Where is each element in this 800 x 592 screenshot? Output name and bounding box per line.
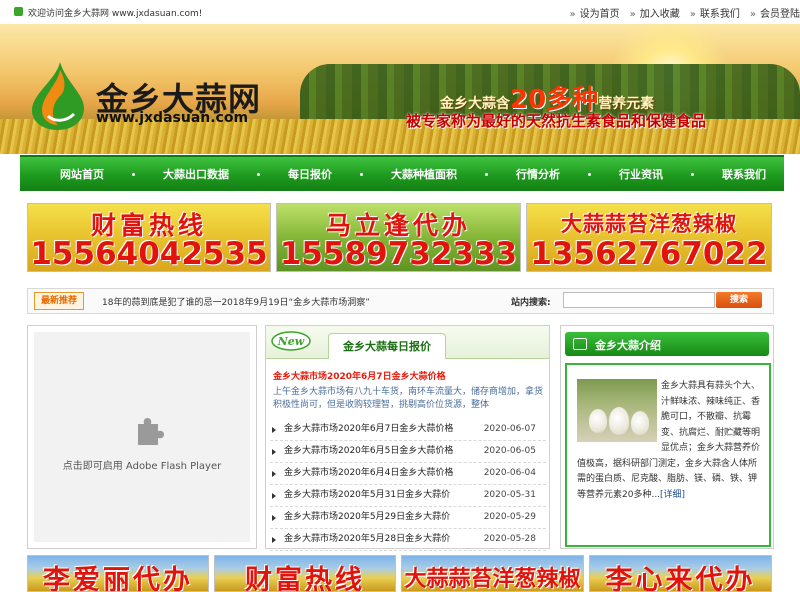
ad-bottom-3[interactable]: 大蒜蒜苔洋葱辣椒 bbox=[401, 555, 584, 592]
price-list: 金乡大蒜市场2020年6月7日金乡大蒜价格2020-06-07 金乡大蒜市场20… bbox=[270, 419, 546, 551]
panel-title: 金乡大蒜介绍 bbox=[595, 337, 661, 353]
headline-summary: 上午金乡大蒜市场有八九十车货，南环车流量大，储存商增加，拿货积极性尚可，但是收购… bbox=[273, 386, 543, 412]
tab-daily-price[interactable]: 金乡大蒜每日报价 bbox=[328, 333, 446, 359]
notice-text[interactable]: 18年的蒜到底是犯了谁的忌一2018年9月19日“金乡大蒜市场洞察” bbox=[102, 295, 370, 308]
svg-text:New: New bbox=[277, 335, 305, 348]
search-button[interactable]: 搜索 bbox=[716, 292, 762, 308]
panel-header: New 金乡大蒜每日报价 bbox=[266, 326, 549, 359]
daily-price-panel: New 金乡大蒜每日报价 金乡大蒜市场2020年6月7日金乡大蒜价格 上午金乡大… bbox=[265, 325, 550, 549]
ad-banner-agent[interactable]: 马立逢代办 15589732333 bbox=[276, 203, 521, 272]
ad-phone: 15589732333 bbox=[277, 236, 520, 272]
list-item[interactable]: 金乡大蒜市场2020年6月7日金乡大蒜价格2020-06-07 bbox=[270, 419, 546, 441]
flash-panel: 点击即可启用 Adobe Flash Player bbox=[27, 325, 257, 549]
latest-recommend-tag: 最新推荐 bbox=[34, 292, 84, 310]
intro-text: 金乡大蒜具有蒜头个大、汁鲜味浓、辣味纯正、香脆可口，不散瓣、抗霉变、抗腐烂、耐贮… bbox=[577, 379, 762, 503]
flash-enable-text: 点击即可启用 Adobe Flash Player bbox=[34, 457, 250, 472]
ad-bottom-1[interactable]: 李爱丽代办 bbox=[27, 555, 209, 592]
arrow-icon bbox=[272, 537, 276, 543]
list-item[interactable]: 金乡大蒜市场2020年6月4日金乡大蒜价格2020-06-04 bbox=[270, 463, 546, 485]
site-logo-icon[interactable] bbox=[26, 60, 90, 132]
intro-frame: 金乡大蒜具有蒜头个大、汁鲜味浓、辣味纯正、香脆可口，不散瓣、抗霉变、抗腐烂、耐贮… bbox=[565, 363, 771, 547]
more-link[interactable]: [详细] bbox=[660, 490, 685, 500]
top-links: 设为首页 加入收藏 联系我们 会员登陆 bbox=[570, 5, 800, 20]
list-item[interactable]: 金乡大蒜市场2020年5月28日金乡大蒜价2020-05-28 bbox=[270, 529, 546, 551]
nav-item-home[interactable]: 网站首页 bbox=[60, 166, 104, 182]
set-homepage-link[interactable]: 设为首页 bbox=[570, 5, 620, 20]
list-item[interactable]: 金乡大蒜市场2020年5月31日金乡大蒜价2020-05-31 bbox=[270, 485, 546, 507]
nav-item-planting-area[interactable]: 大蒜种植面积 bbox=[391, 166, 457, 182]
headline-link[interactable]: 金乡大蒜市场2020年6月7日金乡大蒜价格 bbox=[273, 369, 446, 382]
ad-bottom-4[interactable]: 李心来代办 bbox=[589, 555, 772, 592]
ad-bottom-2[interactable]: 财富热线 bbox=[214, 555, 396, 592]
ad-phone: 15564042535 bbox=[28, 236, 270, 272]
nav-item-contact[interactable]: 联系我们 bbox=[722, 166, 766, 182]
flash-placeholder[interactable]: 点击即可启用 Adobe Flash Player bbox=[34, 332, 250, 542]
arrow-icon bbox=[272, 515, 276, 521]
nav-item-export-data[interactable]: 大蒜出口数据 bbox=[163, 166, 229, 182]
panel-header: 金乡大蒜介绍 bbox=[565, 332, 769, 356]
arrow-icon bbox=[272, 449, 276, 455]
add-favorite-link[interactable]: 加入收藏 bbox=[630, 5, 680, 20]
ad-banner-hotline[interactable]: 财富热线 15564042535 bbox=[27, 203, 271, 272]
list-item[interactable]: 金乡大蒜市场2020年6月5日金乡大蒜价格2020-06-05 bbox=[270, 441, 546, 463]
member-login-link[interactable]: 会员登陆 bbox=[750, 5, 800, 20]
ad-banner-products[interactable]: 大蒜蒜苔洋葱辣椒 13562767022 bbox=[526, 203, 772, 272]
arrow-icon bbox=[272, 427, 276, 433]
home-icon bbox=[14, 7, 23, 16]
list-item[interactable]: 金乡大蒜市场2020年5月29日金乡大蒜价2020-05-29 bbox=[270, 507, 546, 529]
search-input[interactable] bbox=[563, 292, 715, 308]
message-icon bbox=[573, 338, 587, 350]
nav-item-daily-price[interactable]: 每日报价 bbox=[288, 166, 332, 182]
notice-bar: 最新推荐 18年的蒜到底是犯了谁的忌一2018年9月19日“金乡大蒜市场洞察” … bbox=[27, 288, 774, 314]
nav-separator bbox=[257, 173, 260, 176]
ad-headline: 大蒜蒜苔洋葱辣椒 bbox=[527, 208, 771, 238]
nav-separator bbox=[132, 173, 135, 176]
nav-separator bbox=[485, 173, 488, 176]
garlic-intro-panel: 金乡大蒜介绍 金乡大蒜具有蒜头个大、汁鲜味浓、辣味纯正、香脆可口，不散瓣、抗霉变… bbox=[560, 325, 774, 549]
puzzle-icon bbox=[132, 414, 166, 448]
nav-item-industry-news[interactable]: 行业资讯 bbox=[619, 166, 663, 182]
ad-phone: 13562767022 bbox=[527, 236, 771, 272]
main-nav: 网站首页 大蒜出口数据 每日报价 大蒜种植面积 行情分析 行业资讯 联系我们 bbox=[20, 155, 784, 191]
welcome-text: 欢迎访问金乡大蒜网 www.jxdasuan.com! bbox=[28, 6, 202, 19]
top-bar: 欢迎访问金乡大蒜网 www.jxdasuan.com! 设为首页 加入收藏 联系… bbox=[0, 0, 800, 25]
header-banner: 金乡大蒜网 www.jxdasuan.com 金乡大蒜含20多种营养元素 被专家… bbox=[0, 24, 800, 154]
arrow-icon bbox=[272, 493, 276, 499]
nav-item-market-analysis[interactable]: 行情分析 bbox=[516, 166, 560, 182]
search-label: 站内搜索: bbox=[511, 295, 551, 308]
arrow-icon bbox=[272, 471, 276, 477]
new-badge-icon: New bbox=[271, 331, 311, 351]
nav-separator bbox=[360, 173, 363, 176]
nav-separator bbox=[588, 173, 591, 176]
contact-us-link[interactable]: 联系我们 bbox=[690, 5, 740, 20]
slogan-line-2: 被专家称为最好的天然抗生素食品和保健食品 bbox=[406, 110, 706, 131]
site-url: www.jxdasuan.com bbox=[96, 110, 248, 126]
nav-separator bbox=[691, 173, 694, 176]
